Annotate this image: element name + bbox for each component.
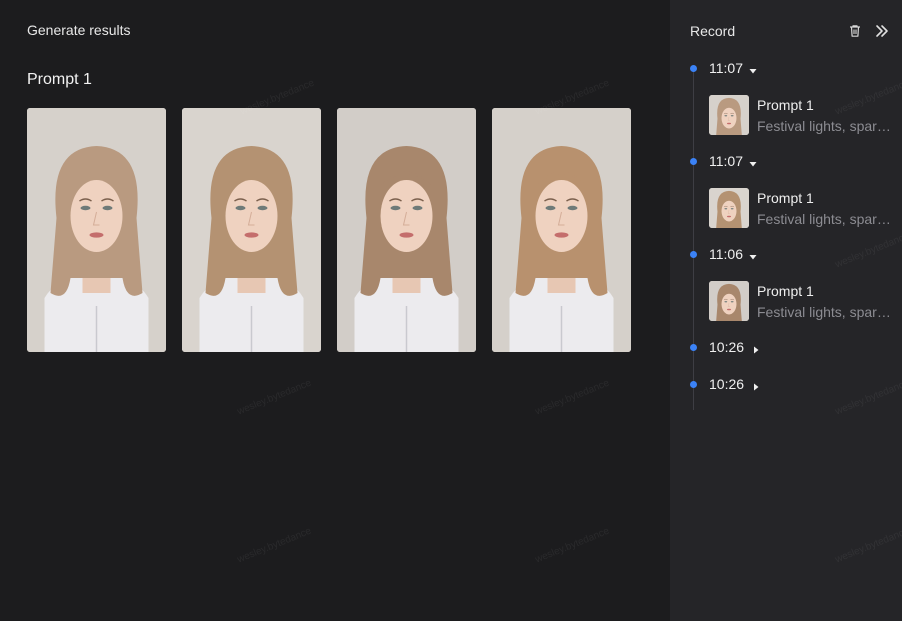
record-thumbnail bbox=[709, 95, 749, 135]
record-title: Prompt 1 bbox=[757, 97, 814, 113]
timeline-line bbox=[693, 68, 694, 410]
caret-right-icon[interactable] bbox=[751, 342, 761, 354]
caret-down-icon[interactable] bbox=[748, 249, 758, 260]
caret-down-icon[interactable] bbox=[748, 156, 758, 167]
timeline-dot bbox=[690, 344, 697, 351]
results-panel: Generate results Prompt 1 bbox=[0, 0, 670, 621]
record-title: Prompt 1 bbox=[757, 190, 814, 206]
caret-right-icon[interactable] bbox=[751, 379, 761, 391]
timeline-time[interactable]: 11:07 bbox=[709, 60, 743, 76]
timeline-dot bbox=[690, 65, 697, 72]
result-image-2[interactable] bbox=[182, 108, 321, 352]
prompt-heading: Prompt 1 bbox=[27, 71, 92, 88]
record-description: Festival lights, sparkles bbox=[757, 211, 891, 227]
panel-title: Generate results bbox=[27, 22, 131, 38]
double-chevron-right-icon[interactable] bbox=[873, 22, 891, 40]
sidebar-title: Record bbox=[690, 23, 736, 39]
record-description: Festival lights, sparkles bbox=[757, 304, 891, 320]
timeline-dot bbox=[690, 158, 697, 165]
image-gallery bbox=[27, 108, 631, 352]
result-image-3[interactable] bbox=[337, 108, 476, 352]
record-description: Festival lights, sparkles bbox=[757, 118, 891, 134]
timeline-time[interactable]: 10:26 bbox=[709, 376, 744, 392]
record-title: Prompt 1 bbox=[757, 283, 814, 299]
result-image-4[interactable] bbox=[492, 108, 631, 352]
record-sidebar: Record 11:07 Prompt 1 Festival lights, sp… bbox=[670, 0, 902, 621]
timeline-time[interactable]: 11:06 bbox=[709, 246, 743, 262]
record-item[interactable]: Prompt 1 Festival lights, sparkles bbox=[709, 281, 894, 325]
timeline-time[interactable]: 10:26 bbox=[709, 339, 744, 355]
trash-icon[interactable] bbox=[847, 23, 863, 39]
record-item[interactable]: Prompt 1 Festival lights, sparkles bbox=[709, 95, 894, 139]
timeline-dot bbox=[690, 381, 697, 388]
timeline-dot bbox=[690, 251, 697, 258]
record-thumbnail bbox=[709, 281, 749, 321]
timeline-time[interactable]: 11:07 bbox=[709, 153, 743, 169]
caret-down-icon[interactable] bbox=[748, 63, 758, 74]
record-item[interactable]: Prompt 1 Festival lights, sparkles bbox=[709, 188, 894, 232]
result-image-1[interactable] bbox=[27, 108, 166, 352]
record-thumbnail bbox=[709, 188, 749, 228]
